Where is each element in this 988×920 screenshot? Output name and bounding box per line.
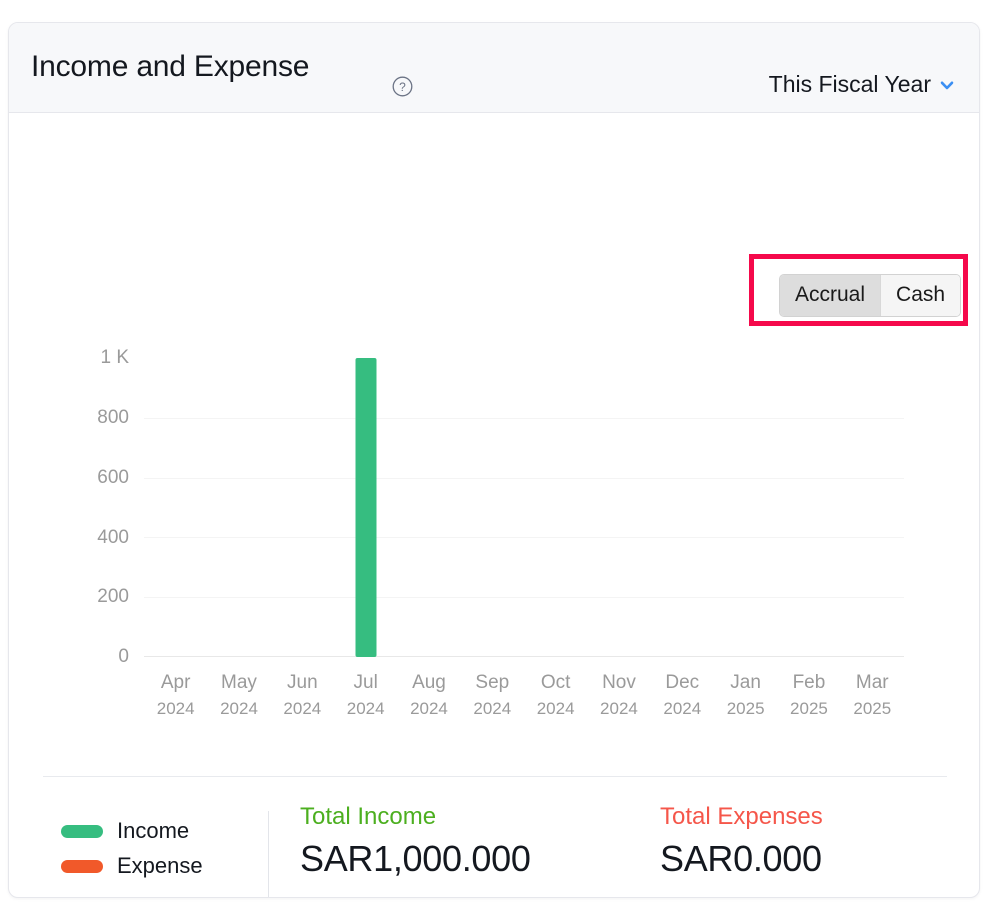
y-axis-tick: 1 K: [69, 347, 129, 369]
bar-slot[interactable]: [144, 358, 207, 657]
x-axis-tick: Aug 2024: [397, 669, 460, 721]
bar-slot[interactable]: [714, 358, 777, 657]
x-axis-tick-year: 2025: [777, 697, 840, 722]
x-axis-tick: Oct 2024: [524, 669, 587, 721]
widget-header: Income and Expense ? This Fiscal Year: [9, 23, 979, 113]
x-axis-tick-month: Jul: [354, 672, 378, 693]
x-axis-tick-year: 2024: [524, 697, 587, 722]
bar-slot[interactable]: [524, 358, 587, 657]
period-selector[interactable]: This Fiscal Year: [769, 71, 955, 98]
summary-vertical-divider: [268, 811, 269, 898]
x-axis-tick: Dec 2024: [651, 669, 714, 721]
x-axis-tick-month: Jun: [287, 672, 318, 693]
page-title: Income and Expense: [31, 50, 309, 84]
x-axis-tick: Jan 2025: [714, 669, 777, 721]
x-axis-tick-year: 2024: [397, 697, 460, 722]
bar-slot[interactable]: [397, 358, 460, 657]
x-axis-tick: Nov 2024: [587, 669, 650, 721]
x-axis-tick-year: 2024: [334, 697, 397, 722]
y-axis-tick: 200: [69, 586, 129, 608]
x-axis-tick: Mar 2025: [841, 669, 904, 721]
legend-label-income: Income: [117, 818, 189, 844]
x-axis-tick-month: Apr: [161, 672, 191, 693]
x-axis-tick-month: May: [221, 672, 257, 693]
total-expenses-metric: Total Expenses SAR0.000: [660, 803, 823, 880]
income-and-expense-widget: Income and Expense ? This Fiscal Year Ac…: [8, 22, 980, 898]
legend-swatch-expense-icon: [61, 860, 103, 873]
y-axis-tick: 600: [69, 467, 129, 489]
legend-label-expense: Expense: [117, 853, 203, 879]
bar-group: [144, 358, 904, 657]
period-selector-label: This Fiscal Year: [769, 71, 931, 98]
total-income-label: Total Income: [300, 803, 531, 831]
y-axis-tick: 800: [69, 407, 129, 429]
section-divider: [43, 776, 947, 777]
total-income-metric: Total Income SAR1,000.000: [300, 803, 531, 880]
x-axis-tick-year: 2025: [714, 697, 777, 722]
x-axis-tick-year: 2024: [651, 697, 714, 722]
legend-item-income[interactable]: Income: [61, 818, 203, 844]
x-axis-tick: Jun 2024: [271, 669, 334, 721]
x-axis: Apr 2024 May 2024 Jun 2024 Jul 2024 Aug 2024 Sep 20…: [144, 669, 904, 721]
bar-income-jul-2024[interactable]: [355, 358, 376, 657]
chevron-down-icon: [939, 77, 955, 93]
x-axis-tick-month: Aug: [412, 672, 446, 693]
x-axis-tick-year: 2024: [144, 697, 207, 722]
total-expenses-label: Total Expenses: [660, 803, 823, 831]
x-axis-tick-year: 2024: [587, 697, 650, 722]
bar-slot[interactable]: [587, 358, 650, 657]
total-expenses-value: SAR0.000: [660, 838, 823, 880]
x-axis-tick-month: Mar: [856, 672, 889, 693]
x-axis-tick: Sep 2024: [461, 669, 524, 721]
x-axis-tick: May 2024: [207, 669, 270, 721]
x-axis-tick: Jul 2024: [334, 669, 397, 721]
x-axis-tick-year: 2024: [271, 697, 334, 722]
total-income-value: SAR1,000.000: [300, 838, 531, 880]
x-axis-tick: Apr 2024: [144, 669, 207, 721]
chart-legend: Income Expense: [61, 818, 203, 888]
summary-section: Income Expense Total Income SAR1,000.000…: [9, 803, 980, 898]
bar-slot[interactable]: [207, 358, 270, 657]
x-axis-tick-month: Nov: [602, 672, 636, 693]
bar-slot[interactable]: [334, 358, 397, 657]
x-axis-tick-month: Dec: [665, 672, 699, 693]
bar-slot[interactable]: [271, 358, 334, 657]
y-axis-tick: 400: [69, 527, 129, 549]
widget-body: Accrual Cash 1 K 800 600 400 200 0: [9, 113, 979, 897]
x-axis-tick-year: 2024: [207, 697, 270, 722]
x-axis-tick-month: Sep: [475, 672, 509, 693]
income-expense-bar-chart: 1 K 800 600 400 200 0 Apr 2024 May 2024 Jun 2…: [9, 113, 980, 733]
x-axis-tick-year: 2025: [841, 697, 904, 722]
x-axis-tick-year: 2024: [461, 697, 524, 722]
y-axis: 1 K 800 600 400 200 0: [67, 113, 129, 733]
x-axis-tick-month: Feb: [793, 672, 826, 693]
bar-slot[interactable]: [651, 358, 714, 657]
legend-item-expense[interactable]: Expense: [61, 853, 203, 879]
x-axis-tick-month: Oct: [541, 672, 571, 693]
y-axis-tick: 0: [69, 646, 129, 668]
question-circle-icon[interactable]: ?: [392, 76, 413, 97]
svg-text:?: ?: [399, 80, 406, 94]
plot-area: [144, 358, 904, 657]
legend-swatch-income-icon: [61, 825, 103, 838]
x-axis-tick: Feb 2025: [777, 669, 840, 721]
bar-slot[interactable]: [841, 358, 904, 657]
x-axis-tick-month: Jan: [730, 672, 761, 693]
bar-slot[interactable]: [777, 358, 840, 657]
bar-slot[interactable]: [461, 358, 524, 657]
